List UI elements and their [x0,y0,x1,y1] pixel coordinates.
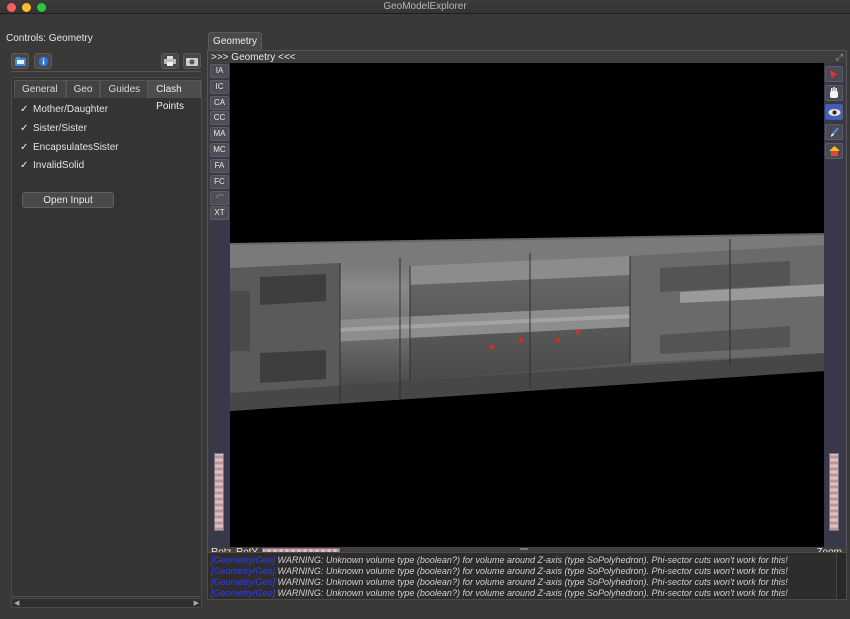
home-icon [828,146,840,156]
detector-geometry-render [230,233,824,411]
info-button[interactable] [34,53,52,69]
log-tag: [Geometry/Geo] [211,566,276,576]
check-label: Sister/Sister [33,123,87,134]
checkbox-checked-icon[interactable]: ✓ [20,160,29,171]
geometry-3d-view[interactable] [230,63,824,547]
open-input-button[interactable]: Open Input [22,192,114,208]
select-arrow-icon [830,69,838,79]
view-all-button[interactable] [825,104,843,120]
clash-points-pane: ✓ Mother/Daughter ✓ Sister/Sister ✓ Enca… [14,98,199,208]
view-button-fc[interactable]: FC [210,175,229,189]
viewer-tools-strip [823,63,845,547]
dock-toolbar [11,53,201,71]
log-vertical-scrollbar[interactable] [836,553,846,599]
float-dock-icon[interactable]: ⤢ [836,52,843,63]
open-file-icon [14,56,26,66]
snapshot-icon [186,57,198,66]
print-icon [164,56,176,66]
log-text: WARNING: Unknown volume type (boolean?) … [275,588,788,598]
title-bar: GeoModelExplorer [0,0,850,14]
log-text: WARNING: Unknown volume type (boolean?) … [275,566,788,576]
view-button-cc[interactable]: CC [210,111,229,125]
home-button[interactable] [825,143,843,159]
log-text: WARNING: Unknown volume type (boolean?) … [275,555,788,565]
zoom-wheel[interactable] [829,453,839,531]
curved-arrow-icon [215,193,224,199]
log-line: [Geometry/Geo] WARNING: Unknown volume t… [211,577,788,587]
toolbar-divider [11,71,201,72]
scroll-right-icon[interactable]: ▶ [194,599,199,607]
log-tag: [Geometry/Geo] [211,577,276,587]
tab-general[interactable]: General [14,80,66,98]
check-encapsulates-sister[interactable]: ✓ EncapsulatesSister [20,142,119,153]
eye-icon [828,108,840,116]
view-button-ic[interactable]: IC [210,80,229,94]
controls-panel: General Geo Guides Clash Points ✓ Mother… [11,77,202,597]
checkbox-checked-icon[interactable]: ✓ [20,142,29,153]
clash-point [555,337,561,343]
view-button-ma[interactable]: MA [210,127,229,141]
check-label: EncapsulatesSister [33,142,119,153]
tab-guides[interactable]: Guides [100,80,149,98]
log-line: [Geometry/Geo] WARNING: Unknown volume t… [211,555,788,565]
snapshot-button[interactable] [183,53,201,69]
check-label: InvalidSolid [33,160,85,171]
check-invalid-solid[interactable]: ✓ InvalidSolid [20,160,84,171]
view-button-disabled[interactable] [210,191,229,205]
log-tag: [Geometry/Geo] [211,555,276,565]
tab-geo[interactable]: Geo [65,80,101,98]
view-button-ca[interactable]: CA [210,96,229,110]
window-title: GeoModelExplorer [383,1,467,12]
check-sister-sister[interactable]: ✓ Sister/Sister [20,123,87,134]
main-window: Controls: Geometry General Geo Guides Cl… [0,14,850,619]
check-label: Mother/Daughter [33,104,109,115]
splitter-handle[interactable] [520,548,528,550]
brush-button[interactable] [825,124,843,140]
viewer-header: >>> Geometry <<< [211,52,296,63]
pan-mode-button[interactable] [825,85,843,101]
scroll-left-icon[interactable]: ◀ [14,599,19,607]
dock-horizontal-scrollbar[interactable]: ◀ ▶ [11,598,202,608]
log-text: WARNING: Unknown volume type (boolean?) … [275,577,788,587]
controls-tabs: General Geo Guides Clash Points [14,80,201,112]
check-mother-daughter[interactable]: ✓ Mother/Daughter [20,104,108,115]
rotz-wheel[interactable] [214,453,224,531]
viewer-frame: >>> Geometry <<< ⤢ IA IC CA CC MA MC FA … [207,50,847,560]
tab-clash-points[interactable]: Clash Points [148,80,201,112]
checkbox-checked-icon[interactable]: ✓ [20,104,29,115]
clash-point [575,329,581,335]
message-log[interactable]: [Geometry/Geo] WARNING: Unknown volume t… [207,552,847,600]
clash-point [518,337,524,343]
brush-icon [830,126,839,137]
select-mode-button[interactable] [825,66,843,82]
info-icon [38,56,48,66]
dock-title: Controls: Geometry [6,33,93,44]
tab-geometry[interactable]: Geometry [208,32,262,50]
hand-icon [830,87,838,98]
open-file-button[interactable] [11,53,29,69]
clash-point [489,344,495,350]
view-button-fa[interactable]: FA [210,159,229,173]
print-button[interactable] [161,53,179,69]
checkbox-checked-icon[interactable]: ✓ [20,123,29,134]
controls-dock: Controls: Geometry General Geo Guides Cl… [3,31,203,611]
view-button-xt[interactable]: XT [210,206,229,220]
log-line: [Geometry/Geo] WARNING: Unknown volume t… [211,566,788,576]
log-tag: [Geometry/Geo] [211,588,276,598]
view-buttons-strip: IA IC CA CC MA MC FA FC XT [209,63,230,547]
log-line: [Geometry/Geo] WARNING: Unknown volume t… [211,588,788,598]
view-button-mc[interactable]: MC [210,143,229,157]
view-button-ia[interactable]: IA [210,64,229,78]
